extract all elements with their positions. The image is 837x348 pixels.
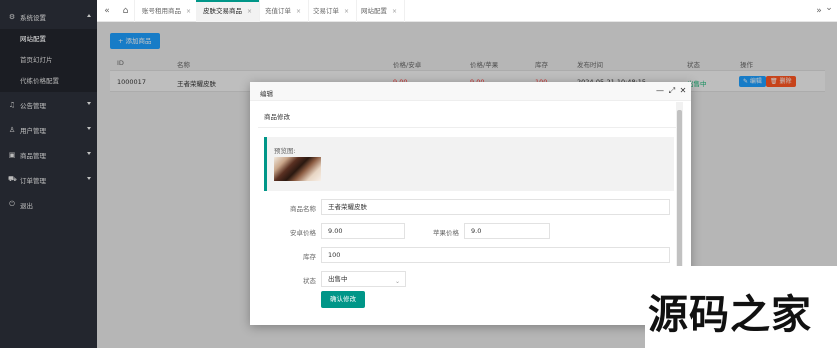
sidebar-group-announcements[interactable]: ♫ 公告管理 [0, 92, 97, 117]
caret-up-icon [87, 14, 91, 17]
scroll-left-button[interactable]: « [99, 0, 115, 22]
sidebar-item-boost-price-config[interactable]: 代练价格配置 [0, 71, 97, 92]
close-icon[interactable]: × [296, 8, 301, 15]
stock-input[interactable]: 100 [321, 247, 670, 263]
close-icon[interactable]: × [247, 8, 252, 15]
android-price-label: 安卓价格 [290, 229, 316, 237]
sidebar-group-label: 系统设置 [20, 13, 46, 22]
status-label: 状态 [303, 277, 316, 285]
tab-site-config[interactable]: 网站配置 × [354, 0, 406, 22]
ios-price-label: 苹果价格 [433, 229, 459, 237]
close-icon[interactable]: × [344, 8, 349, 15]
preview-label: 预览图: [274, 147, 296, 155]
sidebar-group-label: 退出 [20, 201, 33, 210]
bell-icon: ♫ [8, 100, 16, 109]
tab-trade-orders[interactable]: 交易订单 × [306, 0, 358, 22]
scrollbar-thumb[interactable] [677, 110, 682, 270]
caret-down-icon [87, 177, 91, 180]
sidebar-group-products[interactable]: ▣ 商品管理 [0, 142, 97, 167]
sidebar-item-home-slides[interactable]: 首页幻灯片 [0, 50, 97, 71]
caret-down-icon [87, 102, 91, 105]
close-icon[interactable]: × [392, 8, 397, 15]
maximize-icon[interactable]: ⤢ [667, 85, 677, 97]
gear-icon: ⚙ [8, 12, 16, 21]
tab-skin-products[interactable]: 皮肤交易商品 × [196, 0, 261, 22]
status-select[interactable]: 出售中 ⌄ [321, 271, 406, 287]
sidebar-logout[interactable]: ⏻ 退出 [0, 192, 97, 217]
caret-down-icon [87, 152, 91, 155]
watermark: 源码之家 [645, 266, 837, 348]
preview-image [274, 157, 321, 181]
status-select-value: 出售中 [328, 275, 348, 283]
tab-bar: « ⌂ 账号租用商品 × 皮肤交易商品 × 充值订单 × 交易订单 × 网站配置 × » … [97, 0, 837, 22]
ios-price-input[interactable]: 9.0 [464, 223, 550, 239]
sidebar-group-label: 订单管理 [20, 176, 46, 185]
sidebar-group-users[interactable]: ♙ 用户管理 [0, 117, 97, 142]
sidebar-submenu: 网站配置 首页幻灯片 代练价格配置 [0, 29, 97, 92]
preview-box: 预览图: [264, 137, 674, 191]
chevron-down-icon: ⌄ [394, 278, 400, 285]
name-label: 商品名称 [290, 205, 316, 213]
sidebar-group-label: 商品管理 [20, 151, 46, 160]
card-title: 商品修改 [264, 113, 290, 121]
power-icon: ⏻ [9, 200, 15, 208]
box-icon: ▣ [8, 150, 16, 159]
tab-options-button[interactable]: ⌄ [821, 0, 837, 19]
modal-body: 商品修改 预览图: 商品名称 王者荣耀皮肤 安卓价格 9.00 苹果价格 9.0… [258, 102, 683, 320]
stock-label: 库存 [303, 253, 316, 261]
tab-recharge-orders[interactable]: 充值订单 × [258, 0, 310, 22]
sidebar-group-system-settings[interactable]: ⚙ 系统设置 [0, 4, 97, 29]
android-price-input[interactable]: 9.00 [321, 223, 405, 239]
tab-label: 账号租用商品 [142, 7, 181, 15]
watermark-text: 源码之家 [648, 292, 812, 338]
sidebar-group-label: 用户管理 [20, 126, 46, 135]
sidebar: ⚙ 系统设置 网站配置 首页幻灯片 代练价格配置 ♫ 公告管理 ♙ 用户管理 ▣… [0, 0, 97, 348]
cart-icon: ⛟ [8, 175, 17, 183]
user-icon: ♙ [8, 125, 16, 134]
product-name-input[interactable]: 王者荣耀皮肤 [321, 199, 670, 215]
tab-label: 充值订单 [265, 7, 291, 15]
sidebar-group-orders[interactable]: ⛟ 订单管理 [0, 167, 97, 192]
caret-down-icon [87, 127, 91, 130]
tab-label: 网站配置 [361, 7, 387, 15]
tab-label: 交易订单 [313, 7, 339, 15]
close-icon[interactable]: ✕ [678, 85, 688, 97]
home-icon[interactable]: ⌂ [117, 0, 135, 22]
confirm-edit-button[interactable]: 确认修改 [321, 291, 365, 308]
sidebar-group-label: 公告管理 [20, 101, 46, 110]
tab-label: 皮肤交易商品 [203, 7, 242, 15]
close-icon[interactable]: × [186, 8, 191, 15]
modal-title: 编辑 [260, 90, 273, 98]
edit-modal: 编辑 — ⤢ ✕ 商品修改 预览图: 商品名称 王者荣耀皮肤 安卓价格 9.00… [250, 82, 691, 325]
tab-rental-products[interactable]: 账号租用商品 × [135, 0, 200, 22]
divider [258, 127, 676, 128]
minimize-icon[interactable]: — [655, 85, 665, 97]
modal-header: 编辑 — ⤢ ✕ [250, 82, 691, 101]
sidebar-item-site-config[interactable]: 网站配置 [0, 29, 97, 50]
